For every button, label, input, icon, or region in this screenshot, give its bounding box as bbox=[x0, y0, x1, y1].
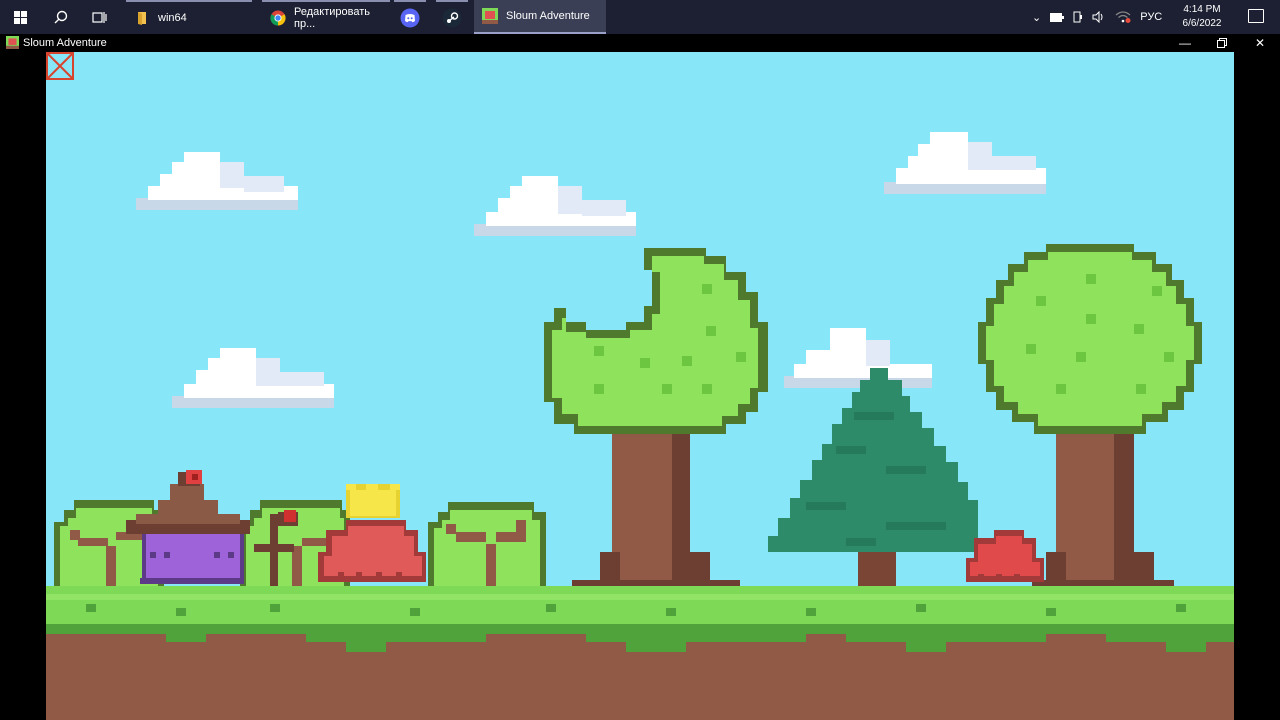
minimize-button[interactable]: — bbox=[1167, 34, 1203, 52]
task-view-icon bbox=[91, 11, 107, 23]
bitten-tree bbox=[544, 248, 768, 586]
taskbar-app-win64[interactable]: win64 bbox=[126, 0, 252, 34]
notification-center-icon[interactable] bbox=[1248, 9, 1264, 23]
pine-tree bbox=[768, 368, 978, 586]
window-titlebar[interactable]: Sloum Adventure — ✕ bbox=[0, 34, 1280, 52]
close-x-icon[interactable] bbox=[46, 52, 74, 80]
game-icon bbox=[482, 8, 498, 24]
wizard-slime bbox=[126, 470, 250, 584]
clock-time: 4:14 PM bbox=[1183, 4, 1221, 15]
cloud bbox=[172, 348, 334, 408]
steam-icon bbox=[442, 8, 462, 28]
ground bbox=[46, 586, 1234, 720]
taskbar-app-label: Редактировать пр... bbox=[294, 6, 370, 30]
start-button[interactable] bbox=[6, 0, 34, 34]
taskbar-app-steam[interactable] bbox=[436, 0, 468, 34]
window-title: Sloum Adventure bbox=[23, 37, 107, 49]
cloud bbox=[784, 328, 932, 388]
chrome-icon bbox=[270, 10, 286, 26]
folder-icon bbox=[138, 12, 146, 25]
bush bbox=[428, 502, 546, 586]
network-icon[interactable] bbox=[1115, 11, 1131, 23]
taskbar-app-sloum-adventure[interactable]: Sloum Adventure bbox=[474, 0, 606, 34]
maximize-button[interactable] bbox=[1204, 34, 1240, 52]
discord-icon bbox=[400, 8, 420, 28]
battery-icon[interactable] bbox=[1050, 12, 1065, 22]
clock[interactable]: 4:14 PM 6/6/2022 bbox=[1176, 3, 1228, 31]
language-indicator[interactable]: РУС bbox=[1140, 11, 1162, 23]
cloud bbox=[474, 176, 636, 236]
close-icon: ✕ bbox=[1254, 36, 1266, 50]
clock-date: 6/6/2022 bbox=[1182, 18, 1222, 29]
cloud bbox=[136, 152, 298, 210]
volume-icon[interactable] bbox=[1092, 11, 1106, 23]
search-button[interactable] bbox=[48, 0, 74, 34]
task-view-button[interactable] bbox=[86, 0, 112, 34]
cloud bbox=[884, 132, 1046, 194]
usb-device-icon[interactable] bbox=[1073, 11, 1083, 23]
minimize-icon: — bbox=[1179, 36, 1191, 50]
search-icon bbox=[54, 10, 68, 24]
taskbar-app-chrome[interactable]: Редактировать пр... bbox=[262, 0, 390, 34]
taskbar-app-label: win64 bbox=[158, 12, 187, 24]
game-scene bbox=[46, 132, 1234, 720]
system-tray: ⌄ РУС bbox=[1032, 0, 1171, 34]
taskbar-app-label: Sloum Adventure bbox=[506, 10, 590, 22]
king-slime bbox=[318, 484, 426, 582]
windows-logo-icon bbox=[13, 10, 27, 24]
game-canvas[interactable] bbox=[46, 52, 1234, 720]
chevron-up-icon[interactable]: ⌄ bbox=[1032, 11, 1041, 24]
close-button[interactable]: ✕ bbox=[1242, 34, 1278, 52]
taskbar-app-discord[interactable] bbox=[394, 0, 426, 34]
restore-icon bbox=[1217, 38, 1227, 48]
taskbar: win64 Редактировать пр... Sloum Adventur… bbox=[0, 0, 1280, 34]
game-icon bbox=[6, 36, 19, 49]
